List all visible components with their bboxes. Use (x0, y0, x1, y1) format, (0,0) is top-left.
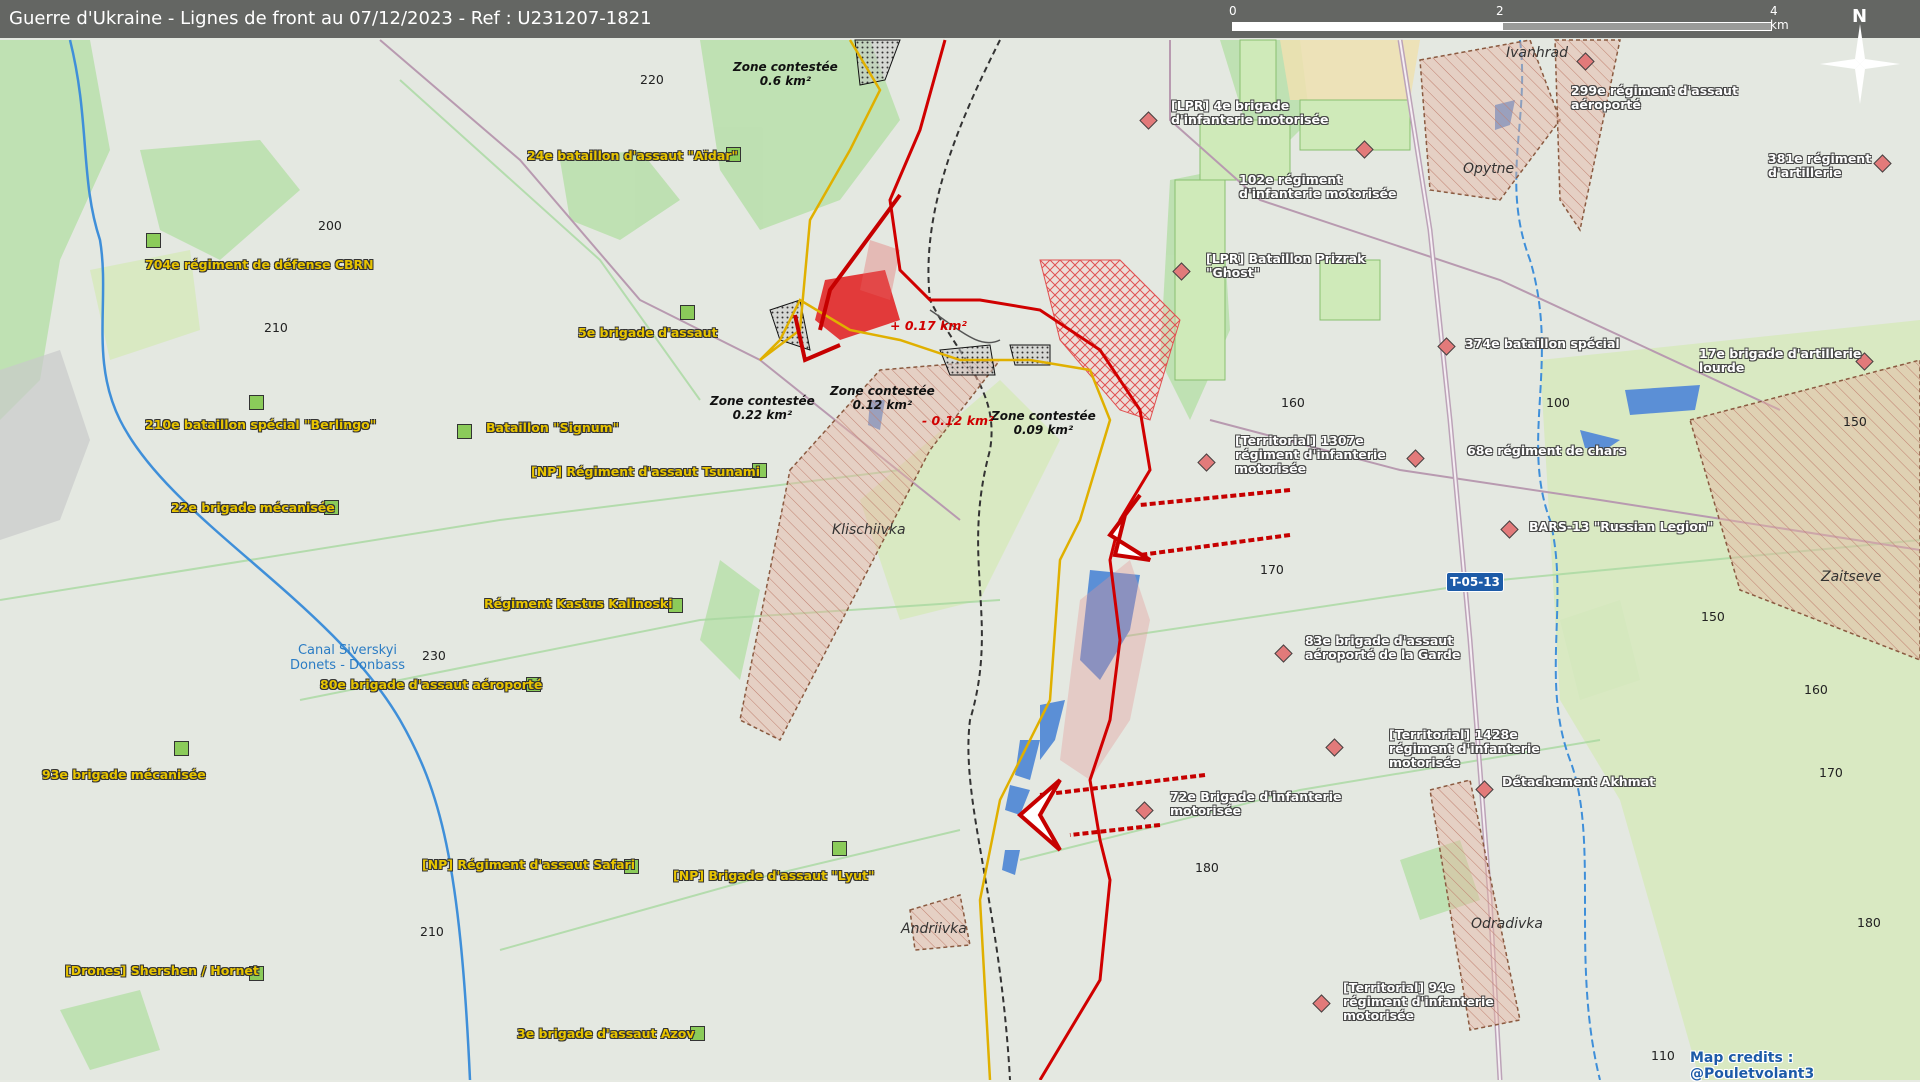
ua-unit-22e[interactable]: 22e brigade mécanisée (171, 501, 335, 515)
ua-unit-93e[interactable]: 93e brigade mécanisée (42, 768, 206, 782)
town-klischiivka: Klischiivka (832, 522, 906, 538)
ua-unit-kalinoski[interactable]: Régiment Kastus Kalinoski (484, 597, 673, 611)
map-canvas[interactable] (0, 0, 1920, 1080)
scale-tick-4: 4 km (1770, 4, 1789, 32)
ua-unit-icon[interactable] (174, 741, 189, 756)
ua-unit-shershen[interactable]: [Drones] Shershen / Hornet (65, 964, 259, 978)
map-title: Guerre d'Ukraine - Lignes de front au 07… (9, 8, 652, 29)
loss-label: - 0.12 km² (922, 413, 994, 428)
ua-unit-5e-brigade[interactable]: 5e brigade d'assaut (578, 326, 717, 340)
canal-label: Canal Siverskyi Donets - Donbass (290, 643, 405, 673)
ua-unit-aidar[interactable]: 24e bataillon d'assaut "Aïdar" (527, 149, 738, 163)
scale-tick-0: 0 (1229, 4, 1237, 18)
scale-segment-2 (1502, 22, 1772, 31)
ua-unit-safari[interactable]: [NP] Régiment d'assaut Safari (422, 858, 635, 872)
ua-unit-lyut[interactable]: [NP] Brigade d'assaut "Lyut" (673, 869, 874, 883)
altitude-label: 180 (1857, 915, 1881, 930)
altitude-label: 170 (1260, 562, 1284, 577)
altitude-label: 110 (1651, 1048, 1675, 1063)
town-andriivka: Andriivka (901, 921, 967, 937)
ua-unit-signum[interactable]: Bataillon "Signum" (486, 421, 619, 435)
contested-zone-2: Zone contestée 0.22 km² (710, 394, 815, 422)
ua-unit-icon[interactable] (146, 233, 161, 248)
ru-unit-prizrak[interactable]: [LPR] Bataillon Prizrak "Ghost" (1206, 252, 1365, 280)
altitude-label: 150 (1843, 414, 1867, 429)
ua-unit-tsunami[interactable]: [NP] Régiment d'assaut Tsunami (531, 465, 760, 479)
ru-unit-lpr-4e[interactable]: [LPR] 4e brigade d'infanterie motorisée (1171, 99, 1328, 127)
compass-rose: N (1812, 6, 1908, 104)
town-opytne: Opytne (1463, 161, 1515, 177)
compass-star-icon (1820, 24, 1900, 104)
ru-unit-68e[interactable]: 68e régiment de chars (1467, 444, 1626, 458)
altitude-label: 220 (640, 72, 664, 87)
ru-unit-akhmat[interactable]: Détachement Akhmat (1502, 775, 1655, 789)
ru-unit-381e[interactable]: 381e régiment d'artillerie (1768, 152, 1871, 180)
ua-unit-icon[interactable] (457, 424, 472, 439)
altitude-label: 200 (318, 218, 342, 233)
altitude-label: 210 (264, 320, 288, 335)
road-badge: T-05-13 (1446, 572, 1504, 592)
ru-unit-72e[interactable]: 72e Brigade d'infanterie motorisée (1170, 790, 1341, 818)
ua-unit-80e[interactable]: 80e brigade d'assaut aéroporté (320, 678, 542, 692)
ua-unit-cbrn[interactable]: 704e régiment de défense CBRN (145, 258, 374, 272)
contested-zone-3: Zone contestée 0.12 km² (830, 384, 935, 412)
ru-unit-83e[interactable]: 83e brigade d'assaut aéroporté de la Gar… (1305, 634, 1460, 662)
altitude-label: 100 (1546, 395, 1570, 410)
altitude-label: 180 (1195, 860, 1219, 875)
altitude-label: 230 (422, 648, 446, 663)
altitude-label: 160 (1804, 682, 1828, 697)
contested-zone-4: Zone contestée 0.09 km² (991, 409, 1096, 437)
ru-unit-bars13[interactable]: BARS-13 "Russian Legion" (1529, 520, 1713, 534)
map-credits: Map credits : @Pouletvolant3 (1690, 1050, 1815, 1082)
ua-unit-azov[interactable]: 3e brigade d'assaut Azov (517, 1027, 695, 1041)
ru-unit-1307e[interactable]: [Territorial] 1307e régiment d'infanteri… (1235, 434, 1386, 476)
altitude-label: 150 (1701, 609, 1725, 624)
ru-unit-17e[interactable]: 17e brigade d'artillerie lourde (1699, 347, 1861, 375)
ua-unit-icon[interactable] (832, 841, 847, 856)
ru-unit-299e[interactable]: 299e régiment d'assaut aéroporté (1571, 84, 1738, 112)
scale-segment-1 (1232, 22, 1502, 31)
altitude-label: 170 (1819, 765, 1843, 780)
scale-tick-2: 2 (1496, 4, 1504, 18)
ua-unit-icon[interactable] (680, 305, 695, 320)
town-odradivka: Odradivka (1471, 916, 1543, 932)
ua-unit-berlingo[interactable]: 210e bataillon spécial "Berlingo" (145, 418, 376, 432)
town-ivanhrad: Ivanhrad (1506, 45, 1568, 61)
altitude-label: 160 (1281, 395, 1305, 410)
ru-unit-102e[interactable]: 102e régiment d'infanterie motorisée (1239, 173, 1396, 201)
ru-unit-374e[interactable]: 374e bataillon spécial (1465, 337, 1620, 351)
contested-zone-1: Zone contestée 0.6 km² (733, 60, 838, 88)
ua-unit-icon[interactable] (249, 395, 264, 410)
altitude-label: 210 (420, 924, 444, 939)
scale-bar: 0 2 4 km (1229, 4, 1789, 34)
ru-unit-1428e[interactable]: [Territorial] 1428e régiment d'infanteri… (1389, 728, 1540, 770)
town-zaitseve: Zaitseve (1821, 569, 1882, 585)
ru-unit-94e[interactable]: [Territorial] 94e régiment d'infanterie … (1343, 981, 1494, 1023)
gain-label: + 0.17 km² (890, 318, 967, 333)
